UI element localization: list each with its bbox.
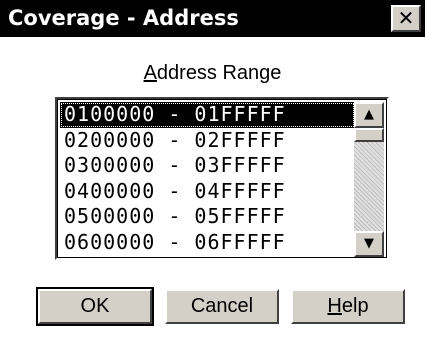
help-mnemonic: H [327, 295, 342, 317]
close-icon: ✕ [397, 6, 415, 30]
cancel-button[interactable]: Cancel [165, 289, 279, 324]
ok-button[interactable]: OK [36, 287, 154, 326]
address-range-list: 0100000 - 01FFFFF 0200000 - 02FFFFF 0300… [60, 102, 355, 257]
list-item[interactable]: 0500000 - 05FFFFF [60, 204, 355, 230]
cancel-button-label: Cancel [190, 295, 254, 317]
address-range-listbox[interactable]: 0100000 - 01FFFFF 0200000 - 02FFFFF 0300… [55, 97, 389, 260]
help-button[interactable]: Help [291, 289, 405, 324]
title-bar[interactable]: Coverage - Address ✕ [0, 0, 425, 37]
vertical-scrollbar[interactable]: ▲ ▼ [354, 102, 384, 257]
arrow-down-icon: ▼ [364, 236, 374, 251]
address-range-label: Address Range [0, 62, 425, 85]
scroll-up-button[interactable]: ▲ [354, 102, 384, 128]
list-item[interactable]: 0300000 - 03FFFFF [60, 153, 355, 179]
address-range-mnemonic: A [143, 62, 157, 84]
ok-button-label: OK [80, 295, 110, 317]
help-button-label: elp [341, 295, 369, 317]
address-range-label-text: ddress Range [156, 62, 282, 84]
window-title: Coverage - Address [8, 6, 239, 30]
arrow-up-icon: ▲ [364, 107, 374, 122]
close-button[interactable]: ✕ [391, 5, 421, 32]
list-item[interactable]: 0200000 - 02FFFFF [60, 128, 355, 154]
scrollbar-thumb[interactable] [354, 128, 384, 142]
scroll-down-button[interactable]: ▼ [354, 231, 384, 257]
list-item[interactable]: 0100000 - 01FFFFF [60, 102, 355, 128]
list-item[interactable]: 0400000 - 04FFFFF [60, 179, 355, 205]
list-item[interactable]: 0600000 - 06FFFFF [60, 230, 355, 256]
